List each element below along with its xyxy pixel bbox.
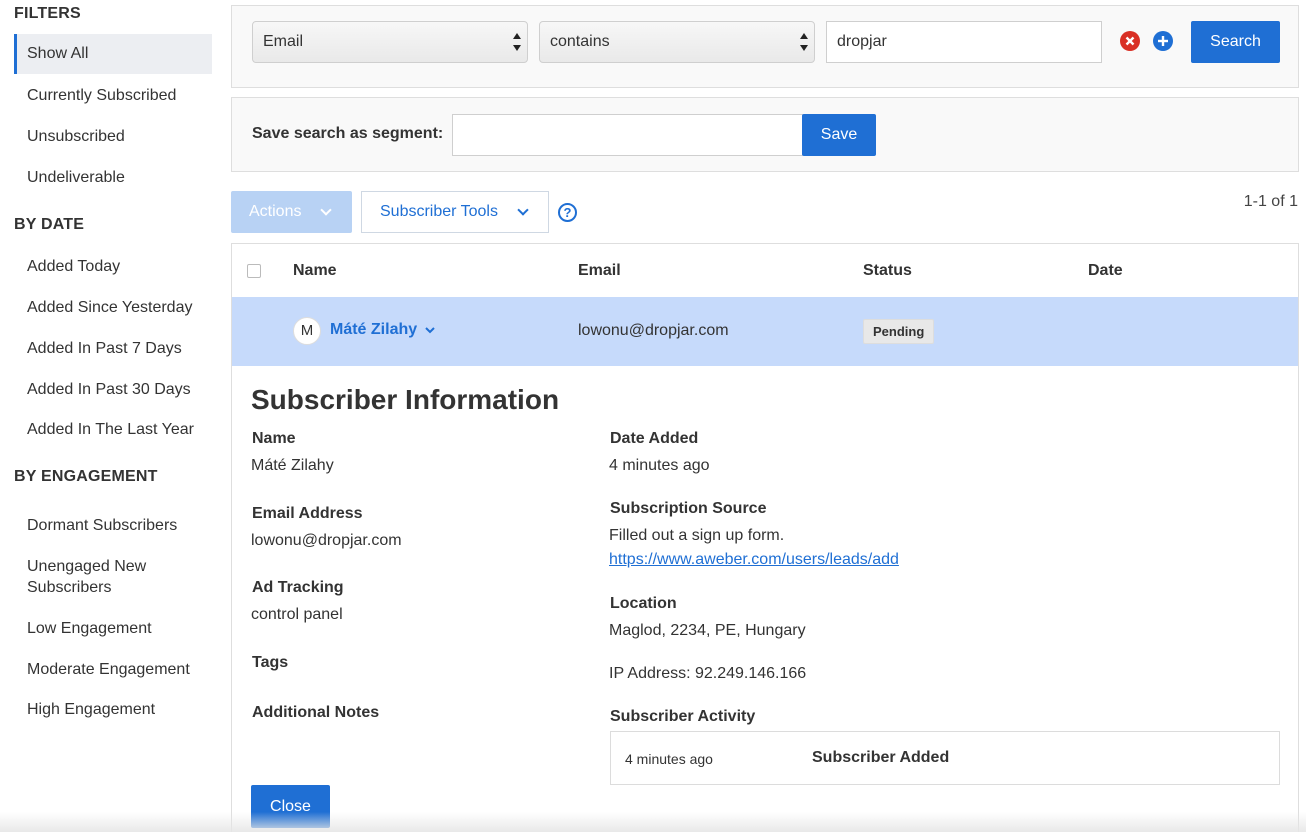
chevron-down-icon [320,204,332,216]
save-segment-button[interactable]: Save [802,114,876,156]
name-value: Máté Zilahy [251,457,334,474]
avatar: M [293,317,321,345]
date-added-value: 4 minutes ago [609,457,710,474]
plus-circle-icon[interactable] [1153,31,1173,51]
search-input[interactable]: dropjar [826,21,1102,63]
field-select[interactable]: Email [252,21,528,63]
pagination-count: 1-1 of 1 [1243,193,1298,210]
sidebar-item-undeliverable[interactable]: Undeliverable [14,167,212,188]
subscription-source-label: Subscription Source [610,500,767,517]
sidebar-item-high-engagement[interactable]: High Engagement [14,699,212,720]
close-button[interactable]: Close [251,785,330,828]
subscriber-email: lowonu@dropjar.com [578,322,729,339]
select-arrows-icon [513,33,521,51]
subscription-source-link[interactable]: https://www.aweber.com/users/leads/add [609,551,899,569]
operator-select[interactable]: contains [539,21,815,63]
filters-heading: FILTERS [14,5,81,22]
sidebar-item-low-engagement[interactable]: Low Engagement [14,618,212,639]
subscriber-activity-label: Subscriber Activity [610,708,756,725]
sidebar-item-added-last-year[interactable]: Added In The Last Year [14,419,212,440]
actions-label: Actions [249,203,302,220]
date-added-label: Date Added [610,430,699,447]
segment-panel: Save search as segment: Save [231,97,1299,172]
ad-tracking-value: control panel [251,606,343,623]
subscriber-tools-button[interactable]: Subscriber Tools [361,191,549,233]
sidebar-item-unengaged-new[interactable]: Unengaged New Subscribers [14,556,184,598]
add-filter-icon [1158,36,1168,46]
column-header-name[interactable]: Name [293,262,337,280]
location-label: Location [610,595,677,612]
select-arrows-icon [800,33,808,51]
column-header-status[interactable]: Status [863,262,912,280]
search-panel: Email contains dropjar Search [231,5,1299,88]
sidebar-item-dormant[interactable]: Dormant Subscribers [14,515,212,536]
table-row[interactable]: M Máté Zilahy lowonu@dropjar.com Pending [232,297,1298,366]
column-header-email[interactable]: Email [578,262,621,280]
sidebar-item-moderate-engagement[interactable]: Moderate Engagement [14,659,212,680]
email-address-label: Email Address [252,505,363,522]
sidebar: FILTERS Show All Currently Subscribed Un… [0,0,222,832]
segment-label: Save search as segment: [252,125,444,142]
by-date-heading: BY DATE [14,216,85,233]
help-icon[interactable]: ? [558,203,577,222]
sidebar-item-show-all[interactable]: Show All [14,34,212,74]
remove-filter-icon [1125,36,1135,46]
name-label: Name [252,430,296,447]
by-engagement-heading: BY ENGAGEMENT [14,468,158,485]
subscriber-name: Máté Zilahy [330,321,418,338]
sidebar-item-unsubscribed[interactable]: Unsubscribed [14,126,212,147]
activity-event: Subscriber Added [812,749,950,766]
location-value: Maglod, 2234, PE, Hungary [609,622,806,639]
subscriber-tools-label: Subscriber Tools [380,203,498,220]
activity-list: 4 minutes ago Subscriber Added [610,731,1280,785]
field-select-value: Email [263,33,304,50]
actions-button[interactable]: Actions [231,191,352,233]
sidebar-item-added-past-7-days[interactable]: Added In Past 7 Days [14,338,212,359]
subscriber-name-link[interactable]: Máté Zilahy [330,321,436,339]
ip-address: IP Address: 92.249.146.166 [609,665,807,682]
activity-time: 4 minutes ago [625,751,713,767]
column-header-date[interactable]: Date [1088,262,1123,280]
ad-tracking-label: Ad Tracking [252,579,344,596]
chevron-down-icon [424,327,435,334]
x-circle-icon[interactable] [1120,31,1140,51]
operator-select-value: contains [550,33,610,50]
chevron-down-icon [517,204,529,216]
subscribers-table: Name Email Status Date M Máté Zilahy low… [231,243,1299,832]
additional-notes-label: Additional Notes [252,704,380,721]
search-button[interactable]: Search [1191,21,1280,63]
sidebar-item-added-today[interactable]: Added Today [14,256,212,277]
sidebar-item-currently-subscribed[interactable]: Currently Subscribed [14,85,212,106]
sidebar-item-added-since-yesterday[interactable]: Added Since Yesterday [14,297,212,318]
segment-name-input[interactable] [452,114,803,156]
sidebar-item-added-past-30-days[interactable]: Added In Past 30 Days [14,379,212,400]
status-badge: Pending [863,319,935,344]
email-address-value: lowonu@dropjar.com [251,532,402,549]
subscription-source-value: Filled out a sign up form. [609,527,785,544]
select-all-checkbox[interactable] [247,264,261,278]
tags-label: Tags [252,654,289,671]
subscriber-info-title: Subscriber Information [251,384,560,415]
